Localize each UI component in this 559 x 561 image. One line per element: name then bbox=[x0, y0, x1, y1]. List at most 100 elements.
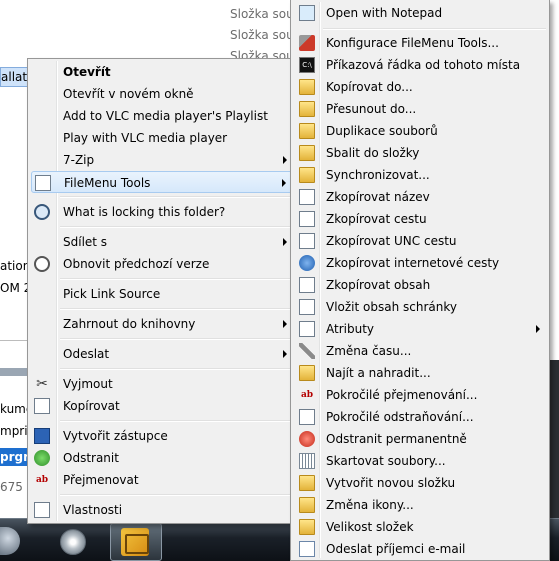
menu-item-label: Skartovat soubory... bbox=[326, 454, 446, 468]
menu-item-command-prompt[interactable]: C:\ Příkazová řádka od tohoto místa bbox=[294, 54, 546, 76]
menu-item-find-replace[interactable]: Najít a nahradit... bbox=[294, 362, 546, 384]
menu-item-move-to[interactable]: Přesunout do... bbox=[294, 98, 546, 120]
menu-item-label: Vyjmout bbox=[63, 377, 113, 391]
copy-content-icon bbox=[299, 277, 315, 293]
menu-separator bbox=[60, 226, 293, 228]
shortcut-icon bbox=[34, 428, 50, 444]
shred-icon bbox=[299, 453, 315, 469]
menu-item-synchronize[interactable]: Synchronizovat... bbox=[294, 164, 546, 186]
menu-item-duplicate[interactable]: Duplikace souborů bbox=[294, 120, 546, 142]
menu-item-delete-permanently[interactable]: Odstranit permanentně bbox=[294, 428, 546, 450]
move-to-icon bbox=[299, 101, 315, 117]
menu-item-folder-size[interactable]: Velikost složek bbox=[294, 516, 546, 538]
menu-item-pack-folder[interactable]: Sbalit do složky bbox=[294, 142, 546, 164]
menu-item-label: Najít a nahradit... bbox=[326, 366, 431, 380]
copy-unc-icon bbox=[299, 233, 315, 249]
change-icon-icon bbox=[299, 497, 315, 513]
menu-item-copy-to[interactable]: Kopírovat do... bbox=[294, 76, 546, 98]
tools-config-icon bbox=[299, 35, 315, 51]
menu-item-advanced-delete[interactable]: Pokročilé odstraňování... bbox=[294, 406, 546, 428]
menu-item-send-email[interactable]: Odeslat příjemci e-mail bbox=[294, 538, 546, 560]
menu-item-open[interactable]: Otevřít bbox=[31, 61, 293, 83]
sync-icon bbox=[299, 167, 315, 183]
menu-item-label: Duplikace souborů bbox=[326, 124, 438, 138]
menu-item-pick-link-source[interactable]: Pick Link Source bbox=[31, 283, 293, 305]
menu-item-label: Open with Notepad bbox=[326, 6, 443, 20]
menu-item-change-time[interactable]: Změna času... bbox=[294, 340, 546, 362]
menu-item-label: Zkopírovat obsah bbox=[326, 278, 431, 292]
menu-item-copy-internet-paths[interactable]: Zkopírovat internetové cesty bbox=[294, 252, 546, 274]
menu-item-share-with[interactable]: Sdílet s bbox=[31, 231, 293, 253]
menu-separator bbox=[60, 420, 293, 422]
menu-item-open-new-window[interactable]: Otevřít v novém okně bbox=[31, 83, 293, 105]
menu-item-shred-files[interactable]: Skartovat soubory... bbox=[294, 450, 546, 472]
divider bbox=[0, 340, 30, 341]
left-fragment: mpri bbox=[0, 422, 28, 440]
video-app-taskbar-button[interactable] bbox=[110, 523, 162, 561]
menu-item-label: Velikost složek bbox=[326, 520, 414, 534]
menu-item-7zip[interactable]: 7-Zip bbox=[31, 149, 293, 171]
film-reel-icon bbox=[121, 528, 149, 556]
menu-item-delete[interactable]: Odstranit bbox=[31, 447, 293, 469]
menu-item-advanced-rename[interactable]: ab Pokročilé přejmenování... bbox=[294, 384, 546, 406]
menu-item-label: Přejmenovat bbox=[63, 473, 139, 487]
menu-item-copy-path[interactable]: Zkopírovat cestu bbox=[294, 208, 546, 230]
start-orb-icon[interactable] bbox=[0, 527, 20, 555]
menu-item-what-is-locking[interactable]: What is locking this folder? bbox=[31, 201, 293, 223]
submenu-arrow-icon bbox=[536, 325, 540, 333]
menu-item-properties[interactable]: Vlastnosti bbox=[31, 499, 293, 521]
left-fragment: 675 bbox=[0, 480, 23, 494]
scissors-icon: ✂ bbox=[36, 376, 48, 392]
menu-item-copy-content[interactable]: Zkopírovat obsah bbox=[294, 274, 546, 296]
copy-icon bbox=[34, 398, 50, 414]
submenu-arrow-icon bbox=[282, 179, 286, 187]
menu-item-create-shortcut[interactable]: Vytvořit zástupce bbox=[31, 425, 293, 447]
menu-item-label: Sdílet s bbox=[63, 235, 108, 249]
menu-item-vlc-play[interactable]: Play with VLC media player bbox=[31, 127, 293, 149]
menu-item-label: Zkopírovat internetové cesty bbox=[326, 256, 500, 270]
menu-item-copy[interactable]: Kopírovat bbox=[31, 395, 293, 417]
menu-item-label: Zkopírovat cestu bbox=[326, 212, 427, 226]
menu-item-copy-name[interactable]: Zkopírovat název bbox=[294, 186, 546, 208]
menu-item-restore-versions[interactable]: Obnovit předchozí verze bbox=[31, 253, 293, 275]
menu-item-label: Sbalit do složky bbox=[326, 146, 420, 160]
copy-to-icon bbox=[299, 79, 315, 95]
menu-item-include-in-library[interactable]: Zahrnout do knihovny bbox=[31, 313, 293, 335]
menu-item-cut[interactable]: ✂ Vyjmout bbox=[31, 373, 293, 395]
menu-separator bbox=[60, 338, 293, 340]
menu-separator bbox=[60, 494, 293, 496]
left-fragment: prgra bbox=[0, 448, 28, 466]
menu-item-label: Zkopírovat název bbox=[326, 190, 430, 204]
menu-item-label: Synchronizovat... bbox=[326, 168, 430, 182]
properties-icon bbox=[34, 502, 50, 518]
submenu-arrow-icon bbox=[283, 156, 287, 164]
menu-item-label: Vytvořit zástupce bbox=[63, 429, 168, 443]
media-player-taskbar-button[interactable] bbox=[50, 523, 94, 559]
menu-item-change-icon[interactable]: Změna ikony... bbox=[294, 494, 546, 516]
menu-item-label: Vlastnosti bbox=[63, 503, 123, 517]
folder-size-icon bbox=[299, 519, 315, 535]
menu-item-copy-unc-path[interactable]: Zkopírovat UNC cestu bbox=[294, 230, 546, 252]
submenu-arrow-icon bbox=[283, 238, 287, 246]
menu-item-paste-clipboard[interactable]: Vložit obsah schránky bbox=[294, 296, 546, 318]
find-replace-icon bbox=[299, 365, 315, 381]
menu-item-send-to[interactable]: Odeslat bbox=[31, 343, 293, 365]
menu-item-label: Zkopírovat UNC cestu bbox=[326, 234, 457, 248]
menu-item-label: Pokročilé přejmenování... bbox=[326, 388, 478, 402]
menu-item-filemenu-tools[interactable]: FileMenu Tools bbox=[31, 171, 293, 193]
menu-item-vlc-playlist[interactable]: Add to VLC media player's Playlist bbox=[31, 105, 293, 127]
pack-folder-icon bbox=[299, 145, 315, 161]
media-disc-icon bbox=[60, 529, 86, 555]
menu-item-rename[interactable]: ab Přejmenovat bbox=[31, 469, 293, 491]
paste-clipboard-icon bbox=[299, 299, 315, 315]
menu-item-label: Add to VLC media player's Playlist bbox=[63, 109, 268, 123]
menu-item-label: Otevřít v novém okně bbox=[63, 87, 194, 101]
menu-item-attributes[interactable]: Atributy bbox=[294, 318, 546, 340]
menu-item-new-folder[interactable]: Vytvořit novou složku bbox=[294, 472, 546, 494]
menu-item-open-with-notepad[interactable]: Open with Notepad bbox=[294, 2, 546, 24]
new-folder-icon bbox=[299, 475, 315, 491]
advanced-rename-icon: ab bbox=[300, 390, 314, 400]
copy-name-icon bbox=[299, 189, 315, 205]
menu-item-label: Play with VLC media player bbox=[63, 131, 228, 145]
menu-item-configure[interactable]: Konfigurace FileMenu Tools... bbox=[294, 32, 546, 54]
